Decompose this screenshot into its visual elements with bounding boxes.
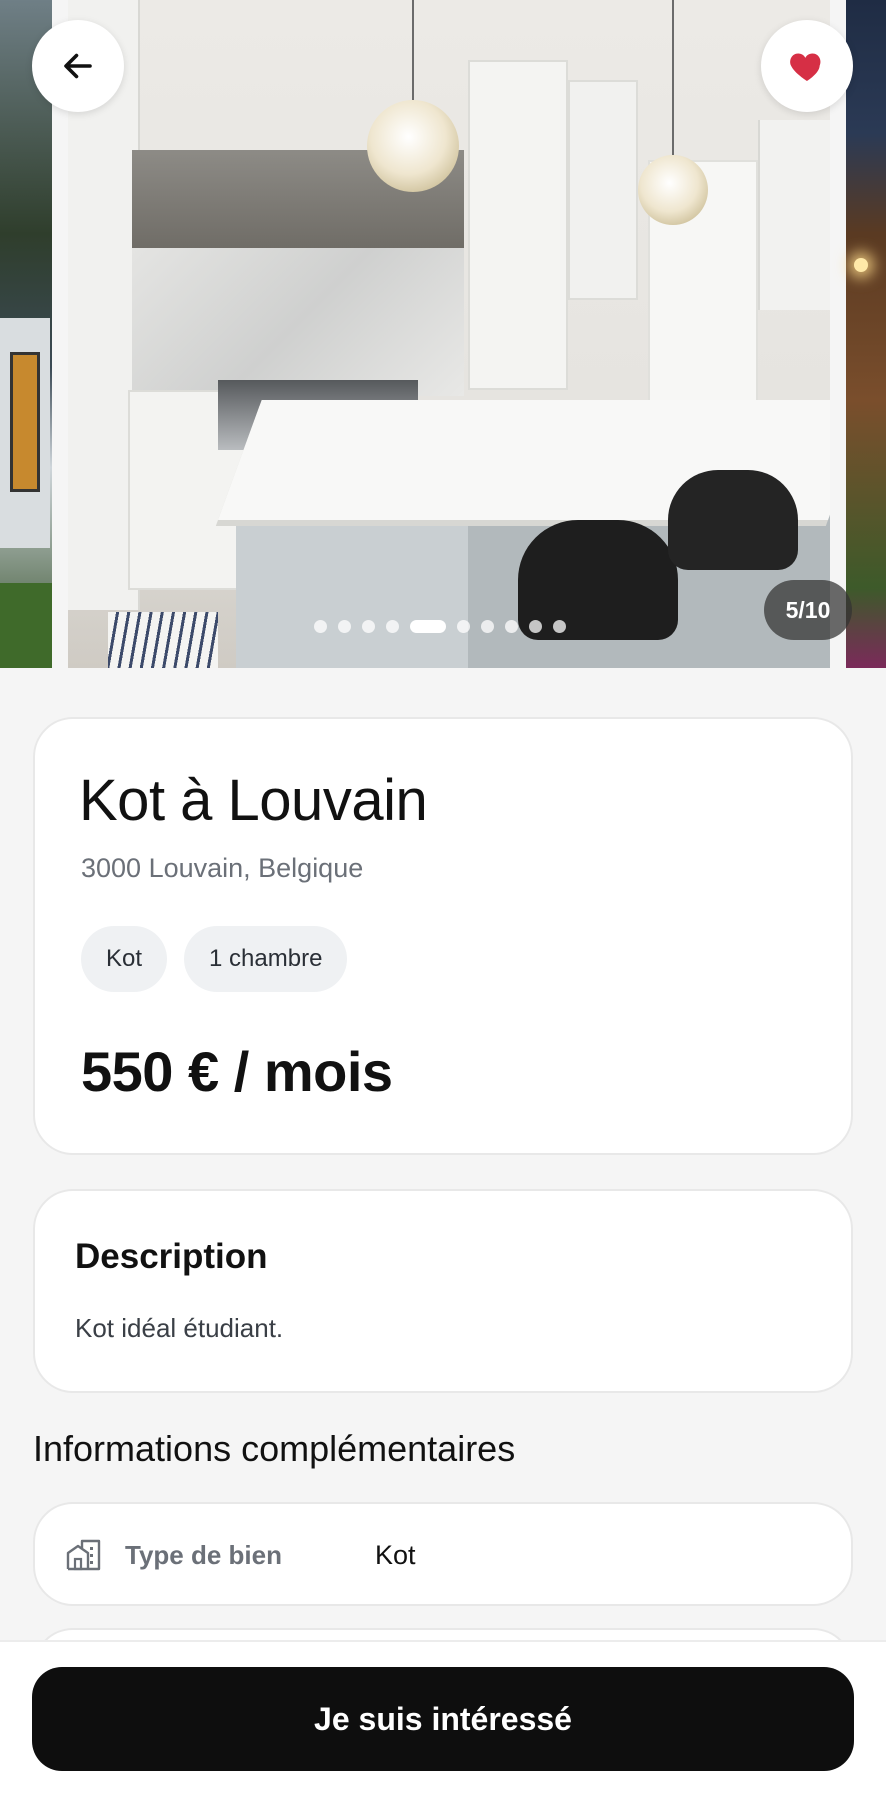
gallery-pagination: [314, 619, 566, 633]
pendant-light: [638, 155, 708, 225]
tag-chip: 1 chambre: [184, 926, 348, 992]
current-photo[interactable]: [68, 0, 830, 668]
info-label: Type de bien: [125, 1540, 282, 1570]
pagination-dot[interactable]: [553, 619, 566, 633]
listing-title: Kot à Louvain: [79, 768, 428, 833]
lawn: [0, 583, 52, 668]
pendant-light: [367, 100, 459, 192]
house-window: [10, 352, 40, 492]
listing-address: 3000 Louvain, Belgique: [81, 853, 364, 883]
description-heading: Description: [75, 1237, 268, 1276]
pagination-dot[interactable]: [338, 619, 351, 633]
pagination-dot[interactable]: [362, 619, 375, 633]
outdoor-light: [854, 258, 868, 272]
photo-counter: 5/10: [764, 580, 852, 640]
info-row: Type de bien Kot: [33, 1502, 853, 1606]
cabinet: [568, 80, 638, 300]
pagination-dot[interactable]: [505, 619, 518, 633]
photo-gallery[interactable]: 5/10: [0, 0, 886, 668]
building-icon: [65, 1538, 103, 1577]
tag-chip: Kot: [81, 926, 168, 992]
listing-summary-card: Kot à Louvain 3000 Louvain, Belgique Kot…: [33, 717, 853, 1155]
pagination-dot[interactable]: [314, 619, 327, 633]
pagination-dot[interactable]: [386, 619, 399, 633]
info-value: Kot: [375, 1540, 416, 1570]
back-button[interactable]: [32, 20, 124, 112]
cabinet: [758, 120, 830, 310]
bar-stool: [668, 470, 798, 570]
cabinet: [468, 60, 568, 390]
bottom-action-bar: Je suis intéressé: [0, 1640, 886, 1800]
description-text: Kot idéal étudiant.: [75, 1313, 284, 1343]
pendant-cord: [672, 0, 674, 155]
listing-price: 550 € / mois: [81, 1040, 393, 1103]
listing-tags: Kot 1 chambre: [81, 926, 348, 992]
favorite-button[interactable]: [761, 20, 853, 112]
additional-info-heading: Informations complémentaires: [33, 1428, 516, 1469]
pagination-dot[interactable]: [457, 619, 470, 633]
heart-icon: [790, 53, 821, 81]
interested-button[interactable]: Je suis intéressé: [32, 1667, 854, 1771]
backsplash: [132, 248, 464, 396]
description-card: Description Kot idéal étudiant.: [33, 1189, 853, 1393]
pagination-dot[interactable]: [529, 619, 542, 633]
pendant-cord: [412, 0, 414, 100]
previous-photo[interactable]: [0, 0, 52, 668]
next-photo[interactable]: [846, 0, 886, 668]
rug: [108, 612, 218, 668]
pagination-dot[interactable]: [481, 619, 494, 633]
arrow-left-icon: [64, 53, 92, 79]
pagination-dot-active[interactable]: [410, 619, 446, 633]
